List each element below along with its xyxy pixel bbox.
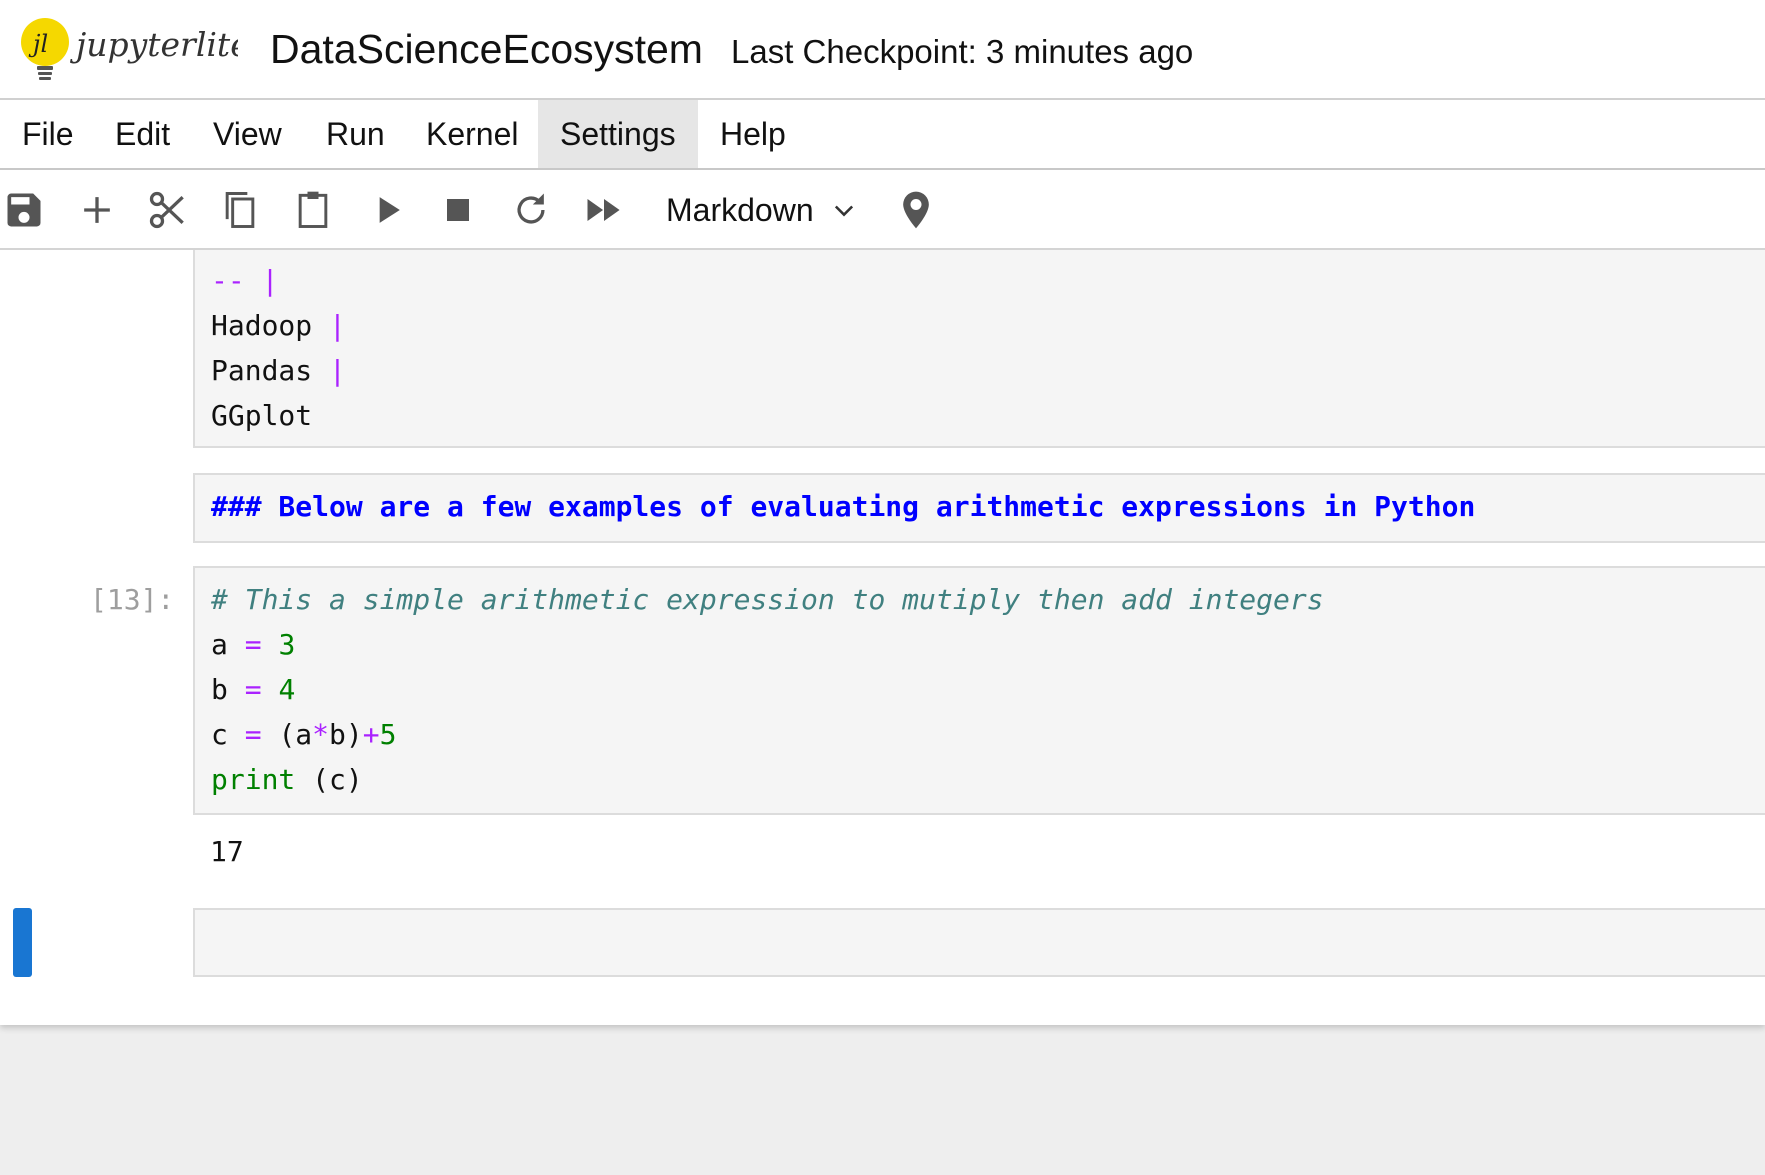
menu-help[interactable]: Help [698,100,808,168]
code-line-a: a = 3 [211,628,296,661]
top-header: jl jupyterlite DataScienceEcosystem Last… [0,0,1765,100]
markdown-cell-heading[interactable]: ### Below are a few examples of evaluati… [193,473,1765,543]
jupyterlite-window: jl jupyterlite DataScienceEcosystem Last… [0,0,1765,1025]
code-line-print: print (c) [211,763,363,796]
active-cell-indicator [13,908,32,977]
code-line-b: b = 4 [211,673,296,706]
menu-bar: File Edit View Run Kernel Settings Help [0,100,1765,170]
menu-kernel[interactable]: Kernel [404,100,541,168]
menu-run[interactable]: Run [304,100,407,168]
copy-button[interactable] [218,188,262,232]
menu-edit[interactable]: Edit [93,100,192,168]
code-comment: # This a simple arithmetic expression to… [211,583,1324,616]
run-icon [379,197,400,223]
run-button[interactable] [365,188,409,232]
insert-cell-button[interactable] [75,188,119,232]
markdown-cell-table[interactable]: -- | Hadoop | Pandas | GGplot [193,250,1765,448]
copy-icon [225,192,255,228]
notebook-toolbar: Markdown [0,170,1765,250]
add-icon [84,197,110,223]
markdown-heading-text: ### Below are a few examples of evaluati… [211,490,1476,523]
cut-button[interactable] [146,188,190,232]
code-line-c: c = (a*b)+5 [211,718,397,751]
restart-icon [517,193,545,224]
table-row-dashes: -- | [211,264,279,297]
menu-settings[interactable]: Settings [538,100,698,168]
menu-file[interactable]: File [0,100,96,168]
cell-type-select[interactable]: Markdown [666,187,814,233]
cut-icon [149,191,184,229]
svg-text:jupyterlite: jupyterlite [69,25,238,64]
table-row: Hadoop | [211,309,346,342]
save-icon [7,193,41,227]
run-all-icon [587,199,620,221]
save-button[interactable] [2,188,46,232]
notebook-panel: -- | Hadoop | Pandas | GGplot ### Below … [0,250,1765,1025]
chevron-down-icon[interactable] [830,196,858,224]
execution-count-prompt: [13]: [90,583,175,616]
table-row: GGplot [211,399,313,432]
jupyterlite-logo-icon: jl jupyterlite [21,18,250,80]
last-checkpoint-status: Last Checkpoint: 3 minutes ago [731,33,1194,70]
marker-button[interactable] [894,188,938,232]
paste-icon [298,191,328,228]
jupyterlite-logo[interactable]: jl jupyterlite [18,14,250,84]
restart-button[interactable] [509,188,553,232]
cell-output: 17 [210,835,244,868]
table-row: Pandas | [211,354,346,387]
empty-code-cell[interactable] [193,908,1765,977]
notebook-title[interactable]: DataScienceEcosystem [270,26,703,73]
stop-icon [447,199,469,221]
marker-icon [903,191,929,229]
interrupt-button[interactable] [436,188,480,232]
code-cell[interactable]: # This a simple arithmetic expression to… [193,566,1765,815]
menu-view[interactable]: View [191,100,304,168]
run-all-button[interactable] [582,188,626,232]
paste-button[interactable] [291,188,335,232]
